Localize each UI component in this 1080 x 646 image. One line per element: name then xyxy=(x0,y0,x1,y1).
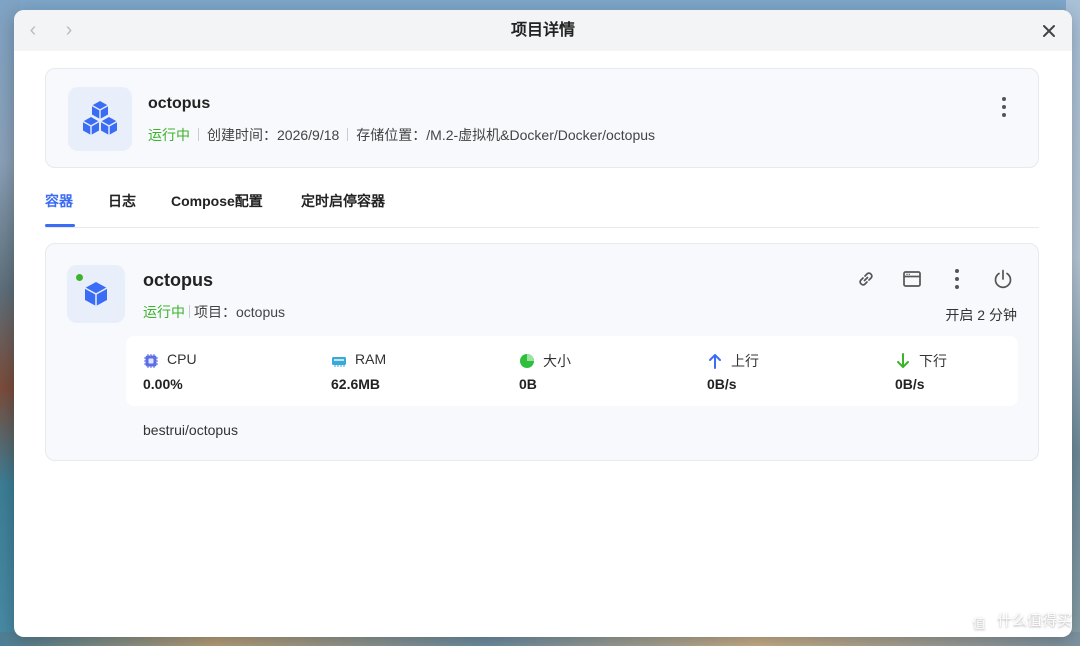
power-icon xyxy=(994,269,1012,289)
arrow-up-icon xyxy=(709,354,721,369)
back-button[interactable]: ‹ xyxy=(22,19,44,41)
terminal-button[interactable] xyxy=(900,267,924,291)
close-icon xyxy=(1043,25,1055,37)
stat-label: 下行 xyxy=(919,353,947,369)
container-project: octopus xyxy=(236,304,286,320)
container-name: octopus xyxy=(143,270,213,290)
window-title: 项目详情 xyxy=(510,22,575,39)
arrow-down-icon xyxy=(897,353,909,368)
tab-logs[interactable]: 日志 xyxy=(108,191,136,211)
link-icon xyxy=(859,272,873,286)
stat-label: 上行 xyxy=(731,353,759,369)
container-avatar xyxy=(67,265,125,323)
divider xyxy=(198,128,199,141)
stat-value: 0B/s xyxy=(895,376,925,392)
ram-icon xyxy=(332,357,346,367)
tab-bar: 容器 日志 Compose配置 定时启停容器 xyxy=(45,185,1039,228)
stat-value: 0B/s xyxy=(707,376,737,392)
container-status: 运行中 xyxy=(143,304,185,320)
forward-button[interactable]: › xyxy=(58,19,80,41)
stat-size: 大小 0B xyxy=(502,348,672,398)
created-date: 2026/9/18 xyxy=(277,127,340,143)
pie-chart-icon xyxy=(520,354,534,368)
cubes-icon xyxy=(82,101,118,135)
tab-compose-config[interactable]: Compose配置 xyxy=(171,191,263,211)
storage-label: 存储位置： xyxy=(356,127,427,143)
watermark-text: 什么值得买 xyxy=(996,612,1072,629)
project-status: 运行中 xyxy=(148,127,190,143)
project-meta: 运行中 创建时间：2026/9/18 存储位置：/M.2-虚拟机&Docker/Do… xyxy=(148,125,655,145)
stat-value: 0B xyxy=(519,376,537,392)
cpu-icon xyxy=(144,354,158,368)
project-name: octopus xyxy=(148,95,211,112)
uptime-text: 开启 2 分钟 xyxy=(945,307,1017,323)
project-avatar xyxy=(68,87,132,151)
stat-label: CPU xyxy=(167,351,197,367)
running-indicator-dot xyxy=(76,274,83,281)
window-icon xyxy=(903,271,921,287)
tab-containers[interactable]: 容器 xyxy=(45,191,73,211)
active-tab-indicator xyxy=(45,224,75,227)
stat-value: 0.00% xyxy=(143,376,183,392)
divider xyxy=(189,305,190,318)
power-button[interactable] xyxy=(991,267,1015,291)
watermark: 值什么值得买 xyxy=(966,609,1072,636)
watermark-logo-icon: 值 xyxy=(966,612,991,636)
project-detail-window: 项目详情 ‹ › octopus 运行中 创建时间：2026/9/18 存储位置… xyxy=(14,10,1072,637)
container-card: octopus 运行中 项目：octopus 开启 2 分钟 CPU 0.00%… xyxy=(45,243,1039,461)
container-stats: CPU 0.00% RAM 62.6MB 大小 0B 上行 0B/s 下行 0B… xyxy=(126,336,1018,406)
chevron-left-icon: ‹ xyxy=(29,19,37,41)
container-image-name: bestrui/octopus xyxy=(143,422,238,438)
close-button[interactable] xyxy=(1038,20,1060,42)
stat-download: 下行 0B/s xyxy=(878,348,1048,398)
created-label: 创建时间： xyxy=(207,127,277,143)
stat-cpu: CPU 0.00% xyxy=(126,348,296,398)
cube-icon xyxy=(84,282,108,306)
container-meta: 运行中 项目：octopus xyxy=(143,302,285,322)
project-more-button[interactable] xyxy=(994,95,1014,119)
stat-label: 大小 xyxy=(543,353,571,369)
storage-path: /M.2-虚拟机&Docker/Docker/octopus xyxy=(426,127,656,143)
link-button[interactable] xyxy=(854,267,878,291)
stat-upload: 上行 0B/s xyxy=(690,348,860,398)
project-summary-card: octopus 运行中 创建时间：2026/9/18 存储位置：/M.2-虚拟机&D… xyxy=(45,68,1039,168)
stat-label: RAM xyxy=(355,351,387,367)
title-bar: 项目详情 ‹ › xyxy=(14,10,1072,51)
stat-ram: RAM 62.6MB xyxy=(314,348,484,398)
project-label: 项目： xyxy=(194,304,236,320)
tab-scheduled-start-stop[interactable]: 定时启停容器 xyxy=(301,191,385,211)
divider xyxy=(347,128,349,141)
container-more-button[interactable] xyxy=(947,267,967,291)
stat-value: 62.6MB xyxy=(331,376,381,392)
chevron-right-icon: › xyxy=(65,19,73,41)
